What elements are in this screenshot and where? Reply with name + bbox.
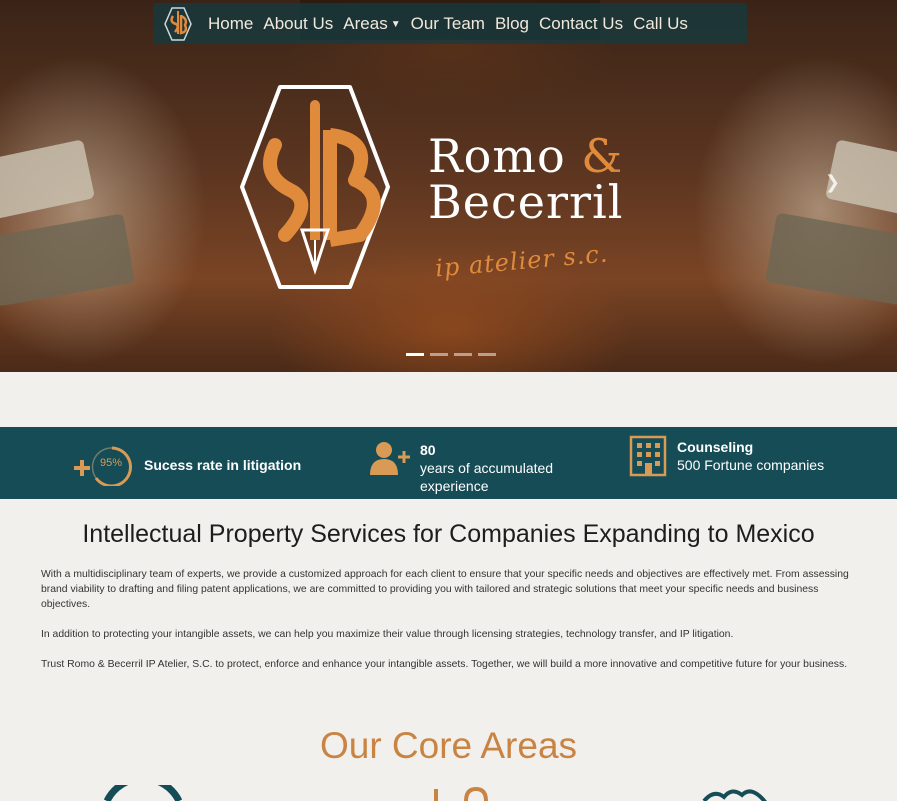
hero-carousel[interactable]: Romo & Becerril ip atelier s.c. ❯ xyxy=(0,0,897,372)
nav-item-contact-us[interactable]: Contact Us xyxy=(534,14,628,34)
core-area-icon xyxy=(702,789,767,801)
intro-paragraph: Trust Romo & Becerril IP Atelier, S.C. t… xyxy=(41,659,848,670)
building-icon xyxy=(629,435,667,477)
brand-logo: Romo & Becerril ip atelier s.c. xyxy=(230,75,670,300)
chevron-down-icon: ▼ xyxy=(390,18,401,30)
plus-gauge-icon: 95% xyxy=(72,444,138,488)
stat-label: 500 Fortune companies xyxy=(677,457,825,473)
brand-line2: Becerril xyxy=(428,175,624,229)
nav-item-about-us[interactable]: About Us xyxy=(258,14,338,34)
nav-menu: Home About Us Areas ▼ Our Team Blog Conta… xyxy=(203,14,693,34)
nav-item-home[interactable]: Home xyxy=(203,14,258,34)
stat-value: 80 xyxy=(420,442,436,458)
stat-label: Sucess rate in litigation xyxy=(144,457,302,473)
rb-monogram-icon xyxy=(240,85,390,289)
carousel-indicator[interactable] xyxy=(406,353,424,356)
stat-counseling: Counseling 500 Fortune companies xyxy=(628,435,824,477)
next-slide-icon[interactable]: ❯ xyxy=(825,172,840,193)
brand-tagline: ip atelier s.c. xyxy=(434,239,610,283)
nav-item-areas-label: Areas xyxy=(343,13,388,33)
stat-label: years of accumulated experience xyxy=(420,460,554,494)
carousel-indicator[interactable] xyxy=(430,353,448,356)
stat-experience: 80 years of accumulated experience xyxy=(368,441,570,495)
stat-success-rate: 95% Sucess rate in litigation xyxy=(72,444,302,488)
nav-item-our-team[interactable]: Our Team xyxy=(406,14,490,34)
add-user-icon xyxy=(370,442,410,475)
stat-value: Counseling xyxy=(677,439,754,455)
stat-text: 80 years of accumulated experience xyxy=(420,441,570,495)
core-areas-heading: Our Core Areas xyxy=(319,725,578,766)
carousel-indicator[interactable] xyxy=(478,353,496,356)
hero-book-decor xyxy=(0,139,96,221)
core-area-icon xyxy=(103,785,183,801)
rb-logo-icon xyxy=(164,6,192,41)
nav-item-blog[interactable]: Blog xyxy=(490,14,534,34)
stats-band: 95% Sucess rate in litigation 80 years o… xyxy=(0,427,897,499)
intro-paragraph: With a multidisciplinary team of experts… xyxy=(41,569,849,610)
main-navbar: Home About Us Areas ▼ Our Team Blog Conta… xyxy=(153,3,747,44)
nav-logo[interactable] xyxy=(153,3,203,44)
nav-item-areas[interactable]: Areas ▼ xyxy=(338,14,405,34)
page-title: Intellectual Property Services for Compa… xyxy=(82,520,815,548)
core-area-icon xyxy=(434,787,488,801)
intro-paragraph: In addition to protecting your intangibl… xyxy=(41,629,734,640)
hero-book-decor xyxy=(765,212,897,308)
nav-item-call-us[interactable]: Call Us xyxy=(628,14,693,34)
brand-name: Romo & Becerril xyxy=(428,133,623,225)
hero-book-decor xyxy=(0,213,136,307)
carousel-indicator[interactable] xyxy=(454,353,472,356)
stat-text: Counseling 500 Fortune companies xyxy=(677,438,824,474)
carousel-indicators xyxy=(406,353,496,356)
stat-value: 95% xyxy=(100,457,123,469)
